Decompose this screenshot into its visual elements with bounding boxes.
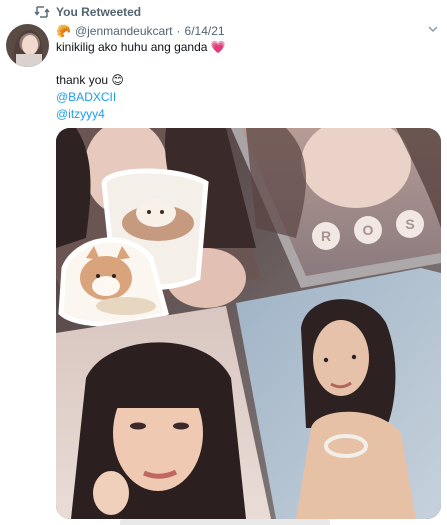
mention-link[interactable]: @BADXCII <box>56 90 116 104</box>
photo-letter: S <box>405 216 414 232</box>
chevron-down-icon[interactable] <box>427 23 439 38</box>
author-emoji[interactable]: 🥐 <box>56 24 71 38</box>
avatar[interactable] <box>6 24 49 67</box>
photo-letter: R <box>321 228 331 244</box>
tweet-header: 🥐 @jenmandeukcart · 6/14/21 <box>56 22 225 40</box>
retweet-context: You Retweeted <box>34 4 141 20</box>
retweet-label: You Retweeted <box>56 5 142 19</box>
tweet-date[interactable]: 6/14/21 <box>185 24 225 38</box>
retweet-icon <box>34 5 50 19</box>
photo-letter: O <box>363 222 374 238</box>
mention-link[interactable]: @itzyyy4 <box>56 107 105 121</box>
scroll-indicator <box>120 519 330 525</box>
tweet-text-line-1: kinikilig ako huhu ang ganda 💗 <box>56 40 226 54</box>
author-handle[interactable]: @jenmandeukcart <box>75 24 173 38</box>
tweet-text-line-2: thank you 😊 <box>56 73 124 87</box>
tweet-photo[interactable]: R O S <box>56 128 441 519</box>
header-separator: · <box>176 24 181 38</box>
